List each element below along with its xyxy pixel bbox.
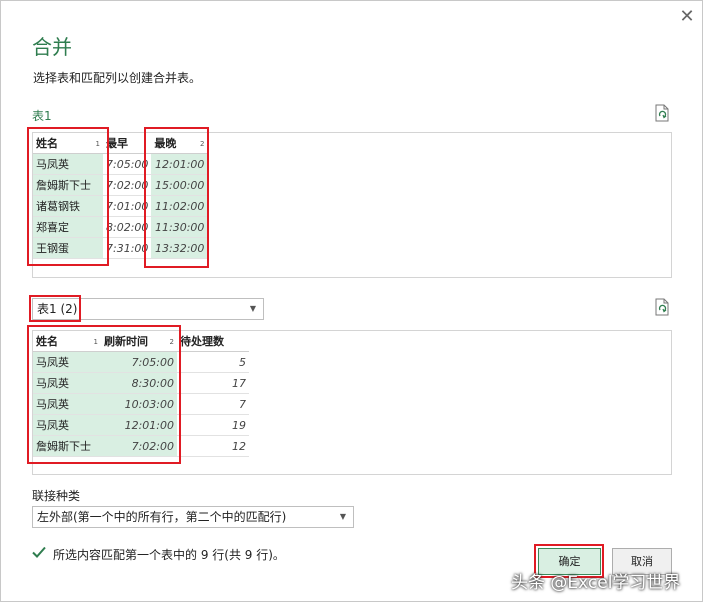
column-header-latest[interactable]: 最晚 2: [151, 133, 208, 154]
table-row: 詹姆斯下士 7:02:00 12: [33, 435, 249, 457]
cell: 马凤英: [33, 414, 101, 436]
table-row: 王钢蛋 7:31:00 13:32:00: [33, 237, 208, 259]
chevron-down-icon: ▼: [339, 512, 346, 521]
column-header-refresh-time[interactable]: 刷新时间 2: [101, 331, 177, 352]
table-row: 诸葛钢铁 7:01:00 11:02:00: [33, 195, 208, 217]
table-row: 郑喜定 8:02:00 11:30:00: [33, 216, 208, 238]
table-row: 詹姆斯下士 7:02:00 15:00:00: [33, 174, 208, 196]
column-header-label: 姓名: [36, 137, 58, 150]
merge-dialog: ✕ 合并 选择表和匹配列以创建合并表。 表1 姓名 1 最早 最晚 2 马凤英 …: [0, 0, 703, 602]
cell: 7:05:00: [103, 153, 152, 175]
table2-select-value: 表1 (2): [37, 302, 78, 316]
table2-select[interactable]: 表1 (2) ▼: [32, 298, 264, 320]
column-header-label: 最早: [106, 137, 128, 150]
column-header-name[interactable]: 姓名 1: [33, 331, 101, 352]
cell: 马凤英: [33, 372, 101, 394]
cell: 马凤英: [33, 393, 101, 415]
table1-preview: 姓名 1 最早 最晚 2 马凤英 7:05:00 12:01:00 詹姆斯下士 …: [32, 132, 672, 278]
cell: 詹姆斯下士: [33, 435, 101, 457]
cell: 马凤英: [33, 153, 103, 175]
cell: 7:02:00: [103, 174, 152, 196]
checkmark-icon: [32, 546, 46, 558]
column-order-badge: 1: [93, 338, 98, 346]
column-order-badge: 2: [199, 140, 205, 148]
cell: 11:02:00: [151, 195, 208, 217]
cell: 8:02:00: [103, 216, 152, 238]
cell: 17: [177, 372, 249, 394]
join-kind-value: 左外部(第一个中的所有行，第二个中的匹配行): [37, 510, 287, 524]
cell: 7:01:00: [103, 195, 152, 217]
cell: 5: [177, 351, 249, 373]
column-header-label: 刷新时间: [104, 335, 148, 348]
cell: 王钢蛋: [33, 237, 103, 259]
cell: 12:01:00: [101, 414, 177, 436]
cell: 7:05:00: [101, 351, 177, 373]
cell: 郑喜定: [33, 216, 103, 238]
cell: 12:01:00: [151, 153, 208, 175]
join-kind-select[interactable]: 左外部(第一个中的所有行，第二个中的匹配行) ▼: [32, 506, 354, 528]
dialog-title: 合并: [32, 35, 72, 59]
cell: 13:32:00: [151, 237, 208, 259]
join-kind-label: 联接种类: [32, 489, 81, 503]
chevron-down-icon: ▼: [249, 304, 256, 313]
refresh-preview-icon[interactable]: [654, 298, 670, 316]
cell: 7:02:00: [101, 435, 177, 457]
table1-label: 表1: [32, 109, 52, 123]
column-order-badge: 1: [95, 140, 100, 148]
cell: 15:00:00: [151, 174, 208, 196]
cell: 马凤英: [33, 351, 101, 373]
match-status-text: 所选内容匹配第一个表中的 9 行(共 9 行)。: [53, 548, 285, 562]
table1-grid: 姓名 1 最早 最晚 2 马凤英 7:05:00 12:01:00 詹姆斯下士 …: [33, 133, 208, 259]
table-row: 马凤英 12:01:00 19: [33, 414, 249, 436]
column-header-label: 最晚: [154, 137, 177, 150]
cell: 11:30:00: [151, 216, 208, 238]
cell: 詹姆斯下士: [33, 174, 103, 196]
cell: 10:03:00: [101, 393, 177, 415]
table-row: 马凤英 8:30:00 17: [33, 372, 249, 394]
column-header-pending-count[interactable]: 待处理数: [177, 331, 249, 352]
table-row: 马凤英 10:03:00 7: [33, 393, 249, 415]
cell: 19: [177, 414, 249, 436]
column-header-label: 待处理数: [180, 335, 224, 348]
cell: 12: [177, 435, 249, 457]
column-header-earliest[interactable]: 最早: [103, 133, 152, 154]
dialog-subtitle: 选择表和匹配列以创建合并表。: [33, 71, 202, 85]
refresh-preview-icon[interactable]: [654, 104, 670, 122]
column-header-name[interactable]: 姓名 1: [33, 133, 103, 154]
close-icon[interactable]: ✕: [677, 7, 697, 27]
column-header-label: 姓名: [36, 335, 58, 348]
cell: 7:31:00: [103, 237, 152, 259]
watermark-text: 头条 @Excel学习世界: [511, 573, 681, 593]
cell: 8:30:00: [101, 372, 177, 394]
table-row: 马凤英 7:05:00 5: [33, 351, 249, 373]
table2-preview: 姓名 1 刷新时间 2 待处理数 马凤英 7:05:00 5 马凤英 8:30:…: [32, 330, 672, 475]
table-row: 马凤英 7:05:00 12:01:00: [33, 153, 208, 175]
cell: 诸葛钢铁: [33, 195, 103, 217]
table2-grid: 姓名 1 刷新时间 2 待处理数 马凤英 7:05:00 5 马凤英 8:30:…: [33, 331, 249, 457]
cell: 7: [177, 393, 249, 415]
column-order-badge: 2: [169, 338, 174, 346]
